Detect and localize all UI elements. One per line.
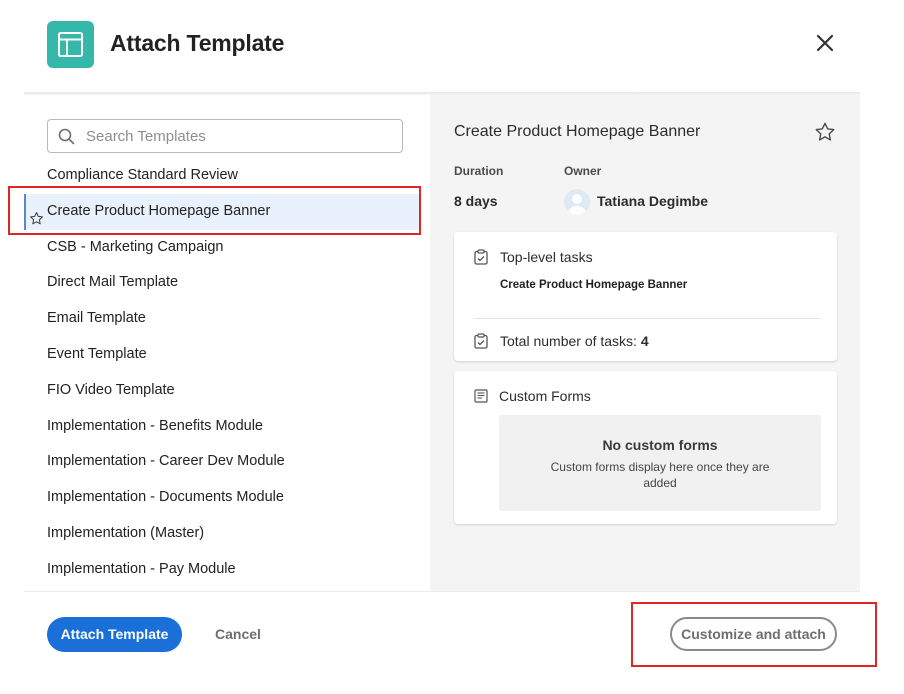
- custom-forms-card: Custom Forms No custom forms Custom form…: [454, 371, 837, 524]
- template-label: Event Template: [47, 345, 147, 362]
- list-item[interactable]: Implementation (Master): [24, 516, 430, 552]
- attach-template-button[interactable]: Attach Template: [47, 617, 182, 652]
- empty-state: No custom forms Custom forms display her…: [499, 415, 821, 511]
- dialog-title: Attach Template: [110, 30, 285, 56]
- template-label: Email Template: [47, 310, 146, 327]
- list-item[interactable]: Implementation - Pay Module: [24, 552, 430, 588]
- template-details-panel: Create Product Homepage Banner Duration …: [430, 95, 860, 591]
- template-label: Implementation - Documents Module: [47, 489, 284, 506]
- dialog-header: Attach Template: [0, 0, 904, 92]
- list-item[interactable]: Email Template: [24, 301, 430, 337]
- template-label: Implementation - Pay Module: [47, 560, 236, 577]
- duration-label: Duration: [454, 164, 504, 178]
- template-label: Direct Mail Template: [47, 274, 179, 291]
- list-item[interactable]: Direct Mail Template: [24, 265, 430, 301]
- form-icon: [474, 389, 489, 408]
- clipboard-check-icon: [474, 249, 488, 270]
- search-icon: [58, 128, 75, 150]
- attach-template-dialog: Attach Template Compliance Standard Revi…: [0, 0, 904, 694]
- favorite-star-icon[interactable]: [814, 121, 836, 148]
- task-count-label: Total number of tasks:: [500, 333, 637, 349]
- template-label: FIO Video Template: [47, 381, 175, 398]
- custom-forms-heading: Custom Forms: [499, 388, 591, 404]
- tasks-card: Top-level tasks Create Product Homepage …: [454, 232, 837, 361]
- template-list-panel: Compliance Standard Review Create Produc…: [24, 95, 430, 591]
- details-title: Create Product Homepage Banner: [454, 123, 701, 140]
- card-divider: [474, 318, 821, 319]
- list-item[interactable]: Event Template: [24, 337, 430, 373]
- list-item[interactable]: Implementation - Benefits Module: [24, 409, 430, 445]
- search-field[interactable]: [47, 119, 403, 153]
- highlight-box: [8, 186, 421, 235]
- template-layout-icon: [47, 21, 94, 68]
- template-label: CSB - Marketing Campaign: [47, 238, 224, 255]
- owner-label: Owner: [564, 164, 602, 178]
- clipboard-check-icon: [474, 333, 488, 354]
- template-label: Compliance Standard Review: [47, 167, 239, 183]
- task-count-value: 4: [640, 333, 649, 349]
- template-label: Implementation - Career Dev Module: [47, 453, 285, 470]
- cancel-button[interactable]: Cancel: [215, 617, 261, 652]
- footer-divider: [24, 591, 860, 592]
- search-input[interactable]: [86, 124, 386, 148]
- empty-state-title: No custom forms: [602, 437, 718, 453]
- template-label: Implementation (Master): [47, 524, 205, 541]
- empty-state-description: Custom forms display here once they are …: [550, 460, 770, 490]
- list-item[interactable]: Implementation - Documents Module: [24, 480, 430, 516]
- list-item[interactable]: Implementation - Career Dev Module: [24, 444, 430, 480]
- close-icon[interactable]: [812, 30, 838, 56]
- owner-name: Tatiana Degimbe: [597, 193, 708, 209]
- task-name: Create Product Homepage Banner: [500, 279, 688, 291]
- list-item[interactable]: FIO Video Template: [24, 373, 430, 409]
- avatar: [564, 189, 590, 215]
- task-count: Total number of tasks: 4: [500, 333, 649, 349]
- template-label: Implementation - Benefits Module: [47, 417, 263, 434]
- tasks-heading: Top-level tasks: [500, 249, 593, 265]
- highlight-box: [631, 602, 877, 667]
- duration-value: 8 days: [454, 193, 498, 209]
